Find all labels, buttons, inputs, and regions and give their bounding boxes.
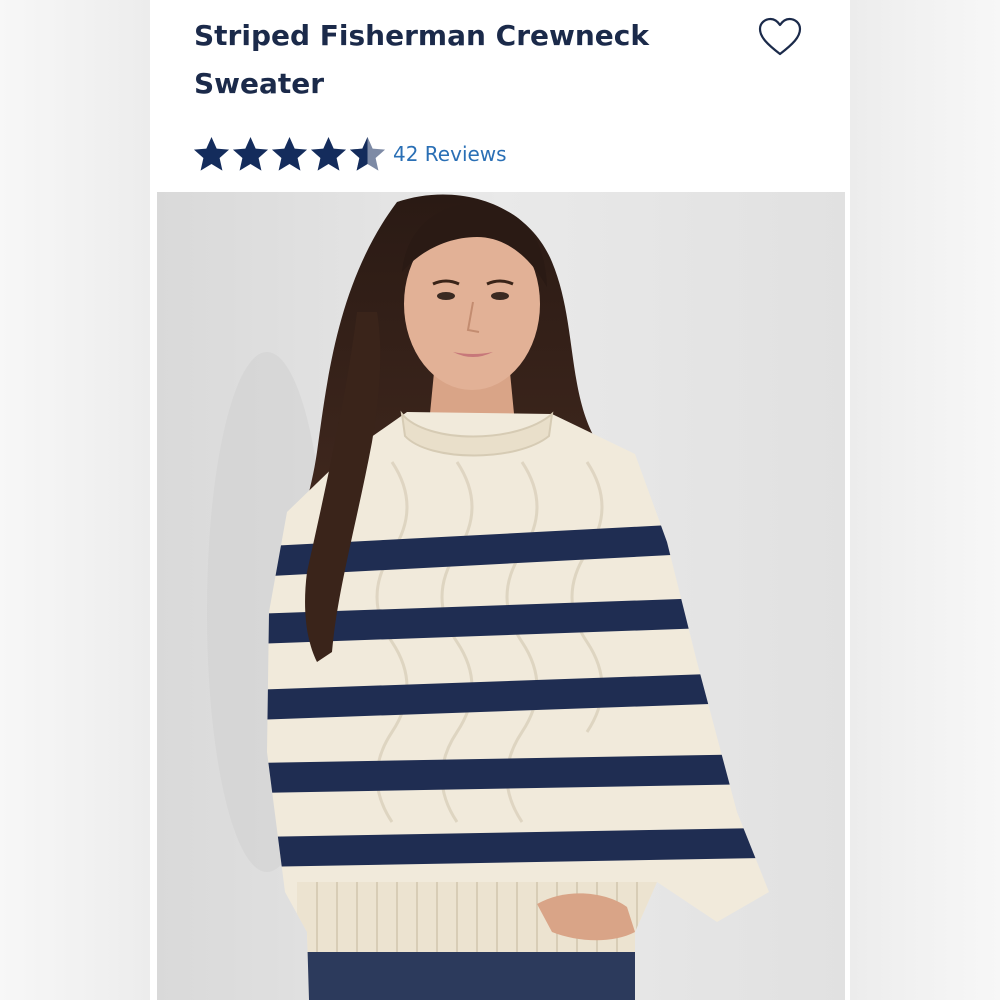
- wishlist-button[interactable]: [754, 14, 806, 60]
- product-image[interactable]: [157, 192, 845, 1000]
- product-title: Striped Fisherman Crewneck Sweater: [194, 19, 650, 100]
- reviews-link[interactable]: 42 Reviews: [393, 142, 507, 166]
- screenshot-frame: Striped Fisherman Crewneck Sweater 42 Re…: [0, 0, 1000, 1000]
- star-rating: [192, 135, 387, 174]
- rating-row[interactable]: 42 Reviews: [192, 132, 507, 176]
- heart-outline-icon: [758, 17, 802, 56]
- star-icon: [193, 136, 230, 171]
- star-icon: [271, 136, 308, 171]
- product-card: Striped Fisherman Crewneck Sweater 42 Re…: [150, 0, 850, 1000]
- model-wearing-striped-sweater: [157, 192, 845, 1000]
- blurred-left-backdrop: [0, 0, 150, 1000]
- half-star-icon: [349, 136, 386, 171]
- star-icon: [310, 136, 347, 171]
- blurred-right-backdrop: [850, 0, 1000, 1000]
- star-icon: [232, 136, 269, 171]
